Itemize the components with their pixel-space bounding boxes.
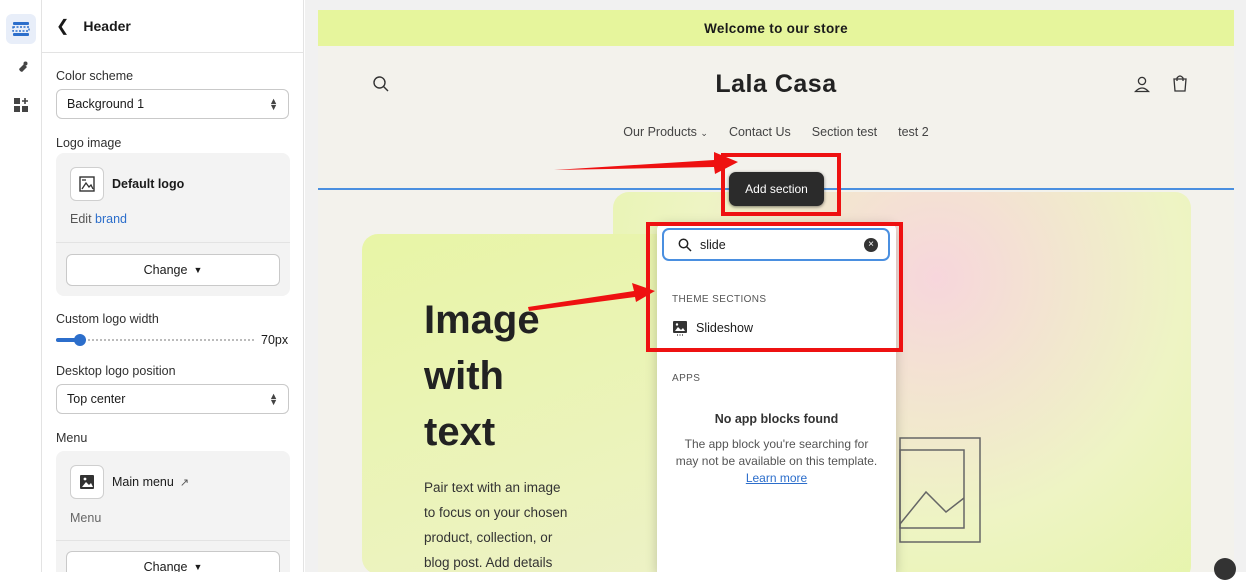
edit-brand-link[interactable]: brand xyxy=(95,212,127,226)
logo-image-label: Logo image xyxy=(56,136,122,150)
logo-width-value: 70px xyxy=(261,333,289,347)
logo-width-slider[interactable] xyxy=(56,334,254,346)
preview-tool-icon[interactable] xyxy=(1214,558,1236,580)
color-scheme-value: Background 1 xyxy=(67,97,145,111)
card-divider xyxy=(56,540,290,541)
edit-brand-text: Edit brand xyxy=(70,212,127,226)
change-logo-label: Change xyxy=(143,263,188,277)
theme-preview: Welcome to our store Lala Casa Our Produ… xyxy=(305,0,1246,580)
change-menu-button[interactable]: Change ▼ xyxy=(66,551,280,572)
change-menu-label: Change xyxy=(143,560,188,572)
menu-name-text: Main menu xyxy=(112,475,174,489)
change-logo-button[interactable]: Change ▼ xyxy=(66,254,280,286)
header-settings-panel: ❮ Header Color scheme Background 1 ▲ ▼ Lo… xyxy=(42,0,304,572)
menu-card: Main menu ↗ Menu Change ▼ xyxy=(56,451,290,572)
editor-icon-rail xyxy=(0,0,42,572)
logo-position-label: Desktop logo position xyxy=(56,364,176,378)
dropdown-caret-icon: ▼ xyxy=(193,562,203,572)
dropdown-caret-icon: ▼ xyxy=(193,265,203,275)
menu-name: Main menu ↗ xyxy=(112,475,189,489)
arrow-to-search-result xyxy=(528,283,655,311)
app-embeds-icon[interactable] xyxy=(6,90,36,120)
panel-header: ❮ Header xyxy=(42,0,303,53)
select-caret-icon: ▲ ▼ xyxy=(269,391,278,407)
back-chevron-icon[interactable]: ❮ xyxy=(56,16,69,36)
card-divider xyxy=(56,242,290,243)
select-caret-icon: ▲ ▼ xyxy=(269,96,278,112)
menu-label: Menu xyxy=(56,431,88,445)
logo-position-select[interactable]: Top center ▲ ▼ xyxy=(56,384,289,414)
color-scheme-select[interactable]: Background 1 ▲ ▼ xyxy=(56,89,289,119)
slider-thumb[interactable] xyxy=(73,334,86,346)
panel-title: Header xyxy=(83,18,131,34)
logo-name: Default logo xyxy=(112,177,185,191)
menu-sub-label: Menu xyxy=(70,511,102,525)
theme-settings-brush-icon[interactable] xyxy=(6,54,36,84)
color-scheme-label: Color scheme xyxy=(56,69,134,83)
sections-icon[interactable] xyxy=(6,14,36,44)
logo-image-icon xyxy=(70,167,104,201)
annotation-arrows xyxy=(528,152,738,311)
external-link-icon[interactable]: ↗ xyxy=(180,476,189,489)
logo-image-card: Default logo Edit brand Change ▼ xyxy=(56,153,290,296)
store-page: Welcome to our store Lala Casa Our Produ… xyxy=(318,10,1234,572)
edit-prefix: Edit xyxy=(70,212,92,226)
logo-position-value: Top center xyxy=(67,392,126,406)
logo-width-label: Custom logo width xyxy=(56,312,159,326)
arrow-to-add-section xyxy=(554,152,738,174)
menu-image-icon xyxy=(70,465,104,499)
